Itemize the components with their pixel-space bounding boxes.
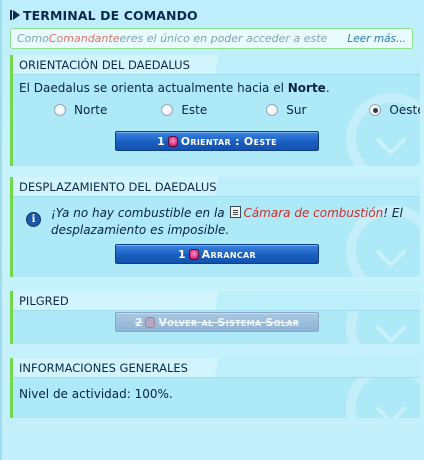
panel-heading: PILGRED [13,291,420,311]
radio-circle[interactable] [161,104,174,116]
radio-label: Norte [74,103,108,117]
read-more-link[interactable]: Leer más... [347,33,406,45]
orientation-heading: ORIENTACIÓN DEL DAEDALUS [19,58,190,72]
displacement-heading: DESPLAZAMIENTO DEL DAEDALUS [19,180,217,194]
command-terminal: TERMINAL DE COMANDO Como Comandante eres… [0,0,424,460]
radio-label: Este [181,103,208,117]
action-point-icon [167,135,178,147]
direction-options: Norte Este Sur Oeste [19,103,420,117]
info-icon: i [26,212,41,227]
radio-oeste[interactable]: Oeste [369,103,420,117]
radio-norte[interactable]: Norte [54,103,107,117]
radio-sur[interactable]: Sur [266,103,306,117]
terminal-title: TERMINAL DE COMANDO [23,7,198,23]
tip-suffix: eres el único en poder acceder a este [119,32,328,45]
orient-button[interactable]: 1 Orientar : Oeste [115,131,319,151]
role-tip: Como Comandante eres el único en poder a… [10,28,413,49]
action-cost: 2 [134,315,143,329]
book-icon [230,206,242,218]
pilgred-heading: PILGRED [19,294,69,308]
displacement-panel: DESPLAZAMIENTO DEL DAEDALUS i ¡Ya no hay… [10,177,420,277]
orientation-text: El Daedalus se orienta actualmente hacia… [19,81,288,95]
panel-heading: DESPLAZAMIENTO DEL DAEDALUS [13,177,420,197]
warning-text: ¡Ya no hay combustible en la [51,206,229,220]
radio-label: Oeste [389,103,420,117]
combustion-chamber-link[interactable]: Cámara de combustión [243,206,383,220]
panel-heading: INFORMACIONES GENERALES [13,358,420,378]
pilgred-panel: PILGRED 2 Volver al Sistema Solar [10,291,420,344]
fuel-warning: ¡Ya no hay combustible en la Cámara de c… [51,205,411,239]
orientation-text-end: . [325,81,330,95]
tip-prefix: Como [17,32,49,45]
start-button-label: Arrancar [201,247,256,261]
radio-este[interactable]: Este [161,103,207,117]
radio-circle-selected[interactable] [369,104,382,116]
action-point-icon [188,248,199,260]
radio-label: Sur [286,103,307,117]
radio-circle[interactable] [266,104,279,116]
play-icon [10,9,20,21]
action-cost: 1 [178,247,186,261]
general-heading: INFORMACIONES GENERALES [19,361,188,375]
start-button[interactable]: 1 Arrancar [115,244,319,264]
orient-button-label: Orientar : Oeste [180,134,277,148]
action-cost: 1 [157,134,165,148]
general-info-panel: INFORMACIONES GENERALES Nivel de activid… [10,358,420,418]
tip-role: Comandante [48,32,120,45]
radio-circle[interactable] [54,104,66,116]
panel-heading: ORIENTACIÓN DEL DAEDALUS [13,55,420,75]
current-direction: Norte [287,81,326,95]
orientation-body: El Daedalus se orienta actualmente hacia… [13,75,420,117]
activity-level: Nivel de actividad: 100%. [19,387,173,401]
orientation-panel: ORIENTACIÓN DEL DAEDALUS El Daedalus se … [10,55,420,166]
orientation-status: El Daedalus se orienta actualmente hacia… [19,81,412,95]
action-point-icon [145,316,156,328]
return-button-label: Volver al Sistema Solar [158,315,300,329]
return-solar-system-button[interactable]: 2 Volver al Sistema Solar [115,312,319,332]
terminal-header: TERMINAL DE COMANDO [10,5,198,25]
